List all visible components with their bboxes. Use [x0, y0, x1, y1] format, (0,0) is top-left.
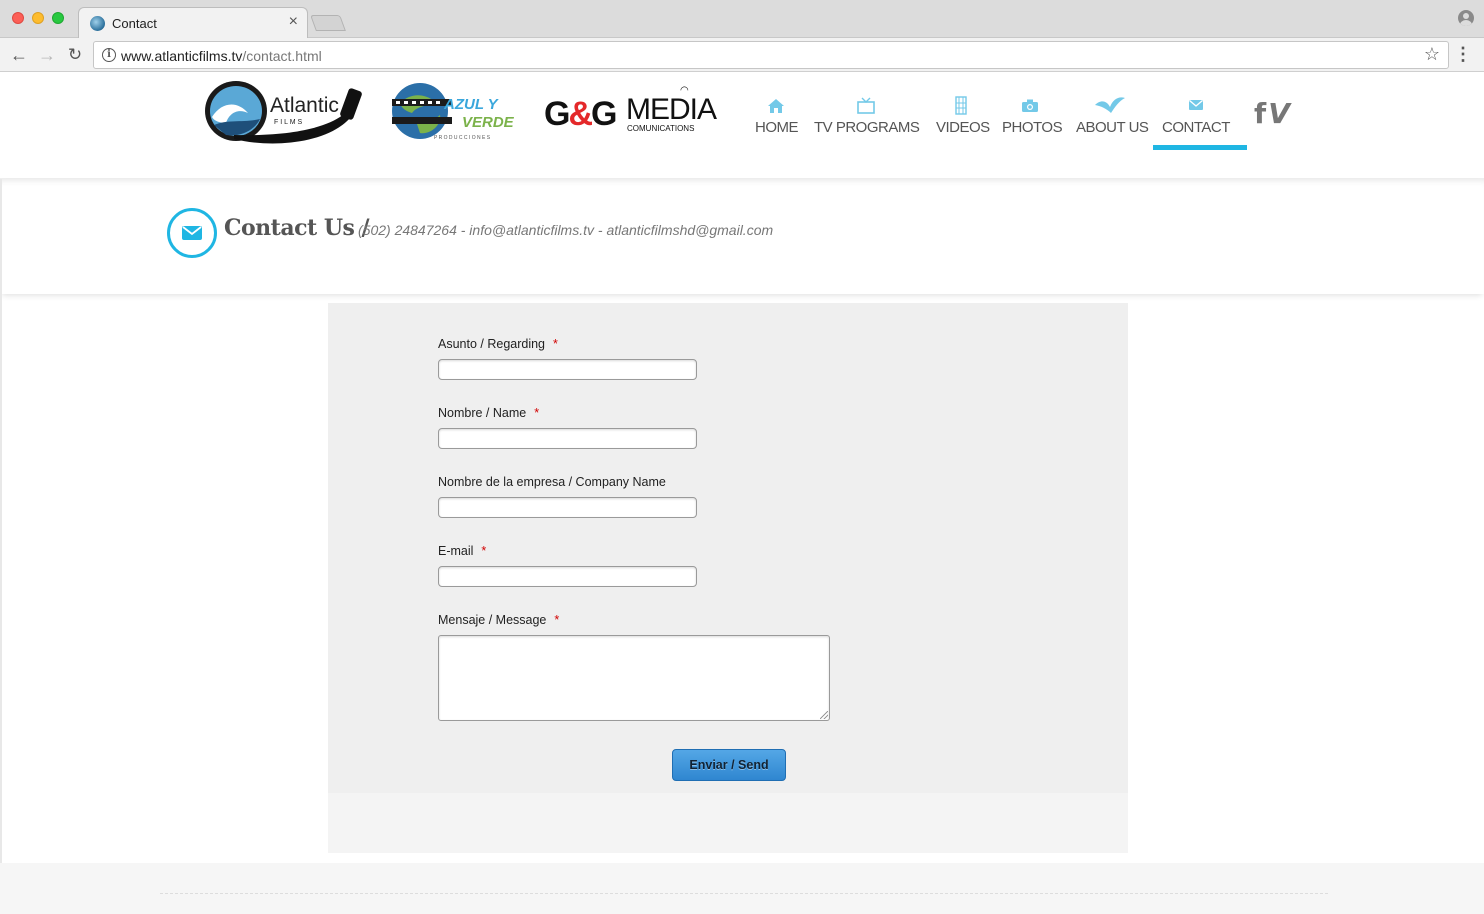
message-textarea[interactable]	[438, 635, 830, 721]
contact-details: (502) 24847264 - info@atlanticfilms.tv -…	[358, 222, 774, 238]
mail-icon	[1189, 99, 1203, 110]
gg-mark: G&G	[544, 95, 618, 134]
profile-icon[interactable]	[1458, 10, 1474, 26]
globe-favicon-icon	[90, 16, 105, 31]
nav-label: PHOTOS	[1002, 119, 1063, 136]
bird-icon	[1095, 97, 1125, 113]
atlantic-logo-name: Atlantic	[270, 94, 339, 117]
browser-toolbar: ← → ↻ i www.atlanticfilms.tv/contact.htm…	[0, 38, 1484, 72]
nav-label: CONTACT	[1162, 119, 1230, 136]
tab-title: Contact	[112, 16, 157, 31]
name-label: Nombre / Name *	[438, 406, 539, 420]
left-edge-shadow	[0, 179, 2, 863]
nav-item-contact[interactable]: CONTACT	[1161, 93, 1231, 136]
browser-tab-bar: Contact ×	[0, 0, 1484, 39]
film-icon	[954, 96, 967, 115]
nav-label: ABOUT US	[1076, 119, 1149, 136]
nav-item-home[interactable]: HOME	[755, 93, 799, 136]
page-title: Contact Us /	[224, 215, 370, 241]
home-icon	[768, 99, 784, 113]
nav-label: TV PROGRAMS	[814, 119, 920, 136]
azul-logo-line1: AZUL Y	[443, 96, 500, 113]
company-label: Nombre de la empresa / Company Name	[438, 475, 674, 489]
vimeo-icon[interactable]: V	[1268, 97, 1292, 130]
site-footer	[0, 863, 1484, 914]
close-window-button[interactable]	[12, 12, 24, 24]
gg-media-logo[interactable]: G&G MEDIA COMUNICATIONS ◠	[544, 85, 717, 135]
email-label: E-mail *	[438, 544, 486, 558]
address-bar[interactable]: i www.atlanticfilms.tv/contact.html ☆	[93, 41, 1449, 69]
nav-label: HOME	[755, 119, 799, 136]
contact-form: Asunto / Regarding * Nombre / Name * Nombr…	[328, 303, 1128, 793]
message-label-text: Mensaje / Message	[438, 613, 547, 627]
reload-icon[interactable]: ↻	[63, 43, 87, 67]
bookmark-star-icon[interactable]: ☆	[1424, 44, 1440, 65]
forward-arrow-icon[interactable]: →	[35, 43, 59, 67]
tv-icon	[857, 97, 875, 114]
regarding-label: Asunto / Regarding *	[438, 337, 558, 351]
browser-menu-icon[interactable]: ⋮	[1454, 43, 1472, 65]
required-marker: *	[534, 406, 540, 420]
azul-y-verde-logo[interactable]: AZUL Y VERDE P R O D U C C I O N E S	[390, 81, 530, 143]
gg-mark-amp: &	[568, 95, 593, 133]
azul-logo-line2: VERDE	[462, 114, 515, 131]
gg-media-sub: COMUNICATIONS	[627, 124, 695, 133]
site-header: Atlantic F I L M S AZUL Y VERDE P R O D …	[0, 73, 1484, 179]
social-links: fV	[1254, 97, 1292, 130]
message-label: Mensaje / Message *	[438, 613, 559, 627]
browser-tab[interactable]: Contact ×	[78, 7, 308, 39]
back-arrow-icon[interactable]: ←	[7, 43, 31, 67]
new-tab-button[interactable]	[310, 15, 346, 31]
url-path: /contact.html	[242, 48, 322, 64]
azul-logo-sub: P R O D U C C I O N E S	[434, 135, 491, 141]
required-marker: *	[553, 337, 558, 351]
regarding-input[interactable]	[438, 359, 697, 380]
url-text[interactable]: www.atlanticfilms.tv/contact.html	[121, 48, 322, 64]
envelope-icon	[182, 226, 202, 240]
info-icon[interactable]: i	[102, 48, 116, 62]
nav-item-about-us[interactable]: ABOUT US	[1076, 93, 1149, 136]
minimize-window-button[interactable]	[32, 12, 44, 24]
name-label-text: Nombre / Name	[438, 406, 527, 420]
facebook-icon[interactable]: f	[1254, 97, 1268, 130]
nav-active-indicator	[1153, 145, 1247, 150]
company-input[interactable]	[438, 497, 697, 518]
contact-form-container: Asunto / Regarding * Nombre / Name * Nombr…	[328, 303, 1128, 853]
nav-item-videos[interactable]: VIDEOS	[936, 93, 990, 136]
regarding-label-text: Asunto / Regarding	[438, 337, 546, 351]
maximize-window-button[interactable]	[52, 12, 64, 24]
email-input[interactable]	[438, 566, 697, 587]
send-button[interactable]: Enviar / Send	[672, 749, 786, 781]
company-label-text: Nombre de la empresa / Company Name	[438, 475, 666, 489]
atlantic-films-logo[interactable]: Atlantic F I L M S	[204, 79, 364, 145]
atlantic-logo-sub: F I L M S	[274, 119, 302, 126]
nav-item-photos[interactable]: PHOTOS	[1002, 93, 1063, 136]
gg-mark-g1: G	[544, 95, 570, 133]
resize-grip-icon[interactable]	[820, 711, 828, 719]
tab-close-icon[interactable]: ×	[289, 13, 298, 31]
gg-mark-g2: G	[591, 95, 617, 133]
contact-mail-circle-icon	[167, 208, 217, 258]
wifi-signal-icon: ◠	[680, 85, 689, 96]
required-marker: *	[481, 544, 487, 558]
url-host: www.atlanticfilms.tv	[121, 48, 243, 64]
nav-item-tv-programs[interactable]: TV PROGRAMS	[814, 93, 920, 136]
page-title-band: Contact Us / (502) 24847264 - info@atlan…	[0, 179, 1484, 294]
required-marker: *	[554, 613, 560, 627]
name-input[interactable]	[438, 428, 697, 449]
nav-label: VIDEOS	[936, 119, 990, 136]
camera-icon	[1022, 99, 1038, 112]
footer-divider	[160, 893, 1328, 894]
email-label-text: E-mail	[438, 544, 474, 558]
gg-media-name: MEDIA	[626, 93, 717, 126]
